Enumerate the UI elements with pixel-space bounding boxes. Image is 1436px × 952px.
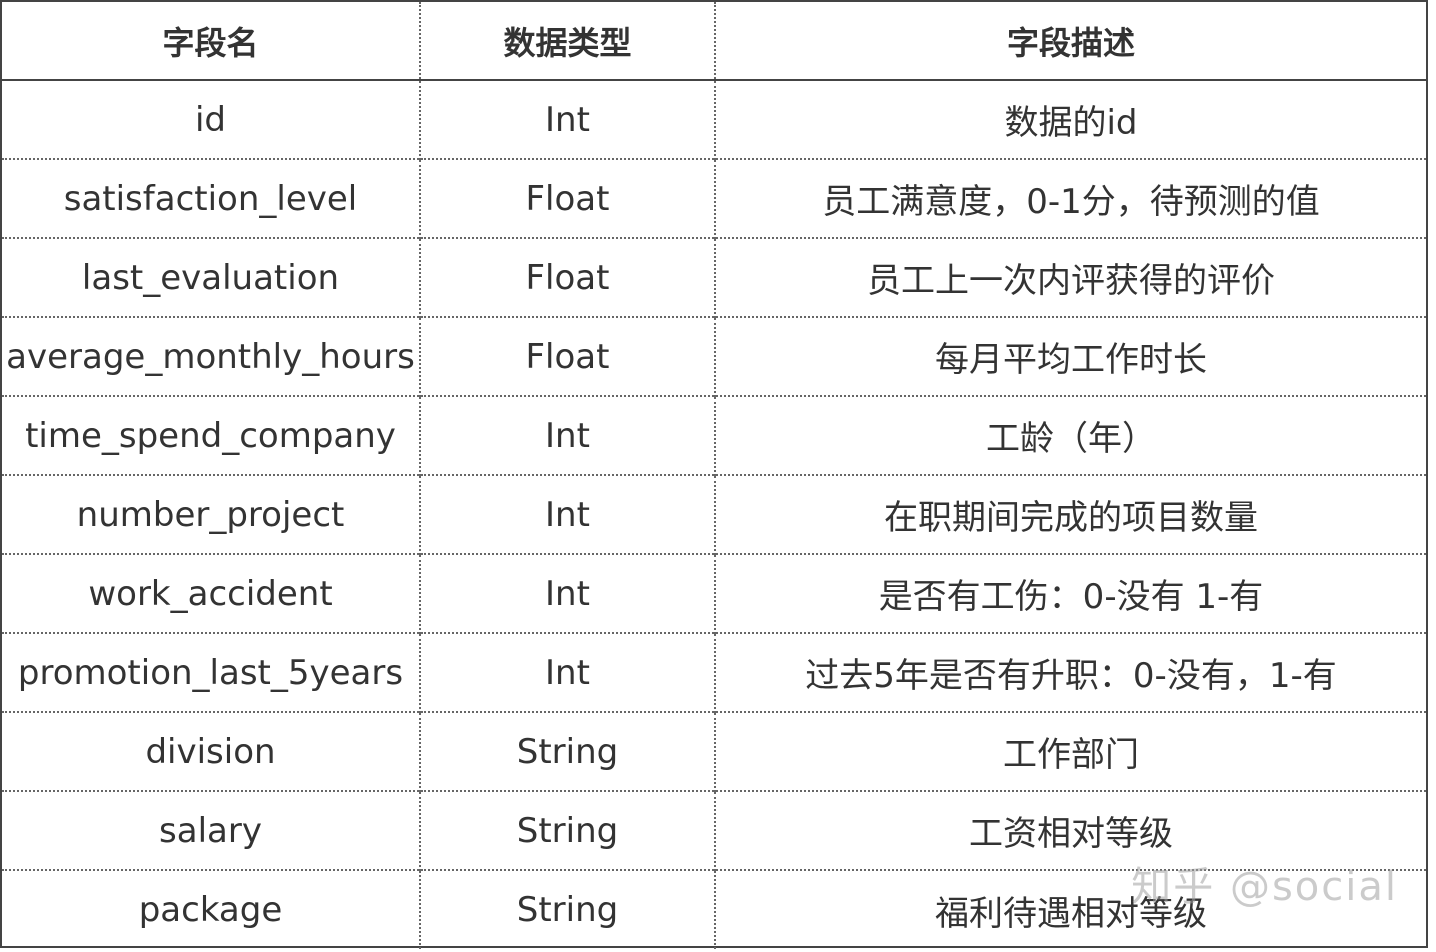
table-row: package String 福利待遇相对等级 <box>2 869 1426 949</box>
cell-data-type: Float <box>419 237 715 317</box>
cell-data-type: String <box>419 790 715 870</box>
table-row: id Int 数据的id <box>2 80 1426 159</box>
cell-description: 工龄（年） <box>714 395 1426 475</box>
cell-data-type: Int <box>419 474 715 554</box>
cell-field-name: package <box>2 869 420 949</box>
cell-description: 员工满意度，0-1分，待预测的值 <box>714 158 1426 238</box>
cell-field-name: average_monthly_hours <box>2 316 420 396</box>
table-row: salary String 工资相对等级 <box>2 790 1426 870</box>
cell-description: 在职期间完成的项目数量 <box>714 474 1426 554</box>
header-field-description: 字段描述 <box>714 2 1426 81</box>
table-row: satisfaction_level Float 员工满意度，0-1分，待预测的… <box>2 158 1426 238</box>
cell-field-name: work_accident <box>2 553 420 633</box>
cell-data-type: Int <box>419 395 715 475</box>
table-header-row: 字段名 数据类型 字段描述 <box>2 2 1426 81</box>
table-row: division String 工作部门 <box>2 711 1426 791</box>
cell-data-type: Float <box>419 316 715 396</box>
cell-data-type: Int <box>419 632 715 712</box>
cell-data-type: String <box>419 711 715 791</box>
cell-field-name: satisfaction_level <box>2 158 420 238</box>
cell-data-type: Float <box>419 158 715 238</box>
table-row: average_monthly_hours Float 每月平均工作时长 <box>2 316 1426 396</box>
table-row: number_project Int 在职期间完成的项目数量 <box>2 474 1426 554</box>
cell-field-name: division <box>2 711 420 791</box>
cell-field-name: time_spend_company <box>2 395 420 475</box>
cell-description: 工资相对等级 <box>714 790 1426 870</box>
field-table: 字段名 数据类型 字段描述 id Int 数据的id satisfaction_… <box>2 2 1426 949</box>
cell-field-name: number_project <box>2 474 420 554</box>
table-row: time_spend_company Int 工龄（年） <box>2 395 1426 475</box>
cell-description: 员工上一次内评获得的评价 <box>714 237 1426 317</box>
cell-description: 每月平均工作时长 <box>714 316 1426 396</box>
cell-data-type: Int <box>419 80 715 159</box>
cell-description: 数据的id <box>714 80 1426 159</box>
cell-data-type: Int <box>419 553 715 633</box>
cell-description: 福利待遇相对等级 <box>714 869 1426 949</box>
cell-field-name: last_evaluation <box>2 237 420 317</box>
table-row: promotion_last_5years Int 过去5年是否有升职：0-没有… <box>2 632 1426 712</box>
cell-description: 过去5年是否有升职：0-没有，1-有 <box>714 632 1426 712</box>
cell-data-type: String <box>419 869 715 949</box>
field-table-container: 字段名 数据类型 字段描述 id Int 数据的id satisfaction_… <box>0 0 1428 949</box>
cell-field-name: id <box>194 99 227 140</box>
table-row: last_evaluation Float 员工上一次内评获得的评价 <box>2 237 1426 317</box>
table-row: work_accident Int 是否有工伤：0-没有 1-有 <box>2 553 1426 633</box>
header-field-name: 字段名 <box>2 2 420 81</box>
cell-field-name: salary <box>2 790 420 870</box>
cell-description: 是否有工伤：0-没有 1-有 <box>714 553 1426 633</box>
header-data-type: 数据类型 <box>419 2 715 81</box>
cell-description: 工作部门 <box>714 711 1426 791</box>
cell-field-name: promotion_last_5years <box>2 632 420 712</box>
